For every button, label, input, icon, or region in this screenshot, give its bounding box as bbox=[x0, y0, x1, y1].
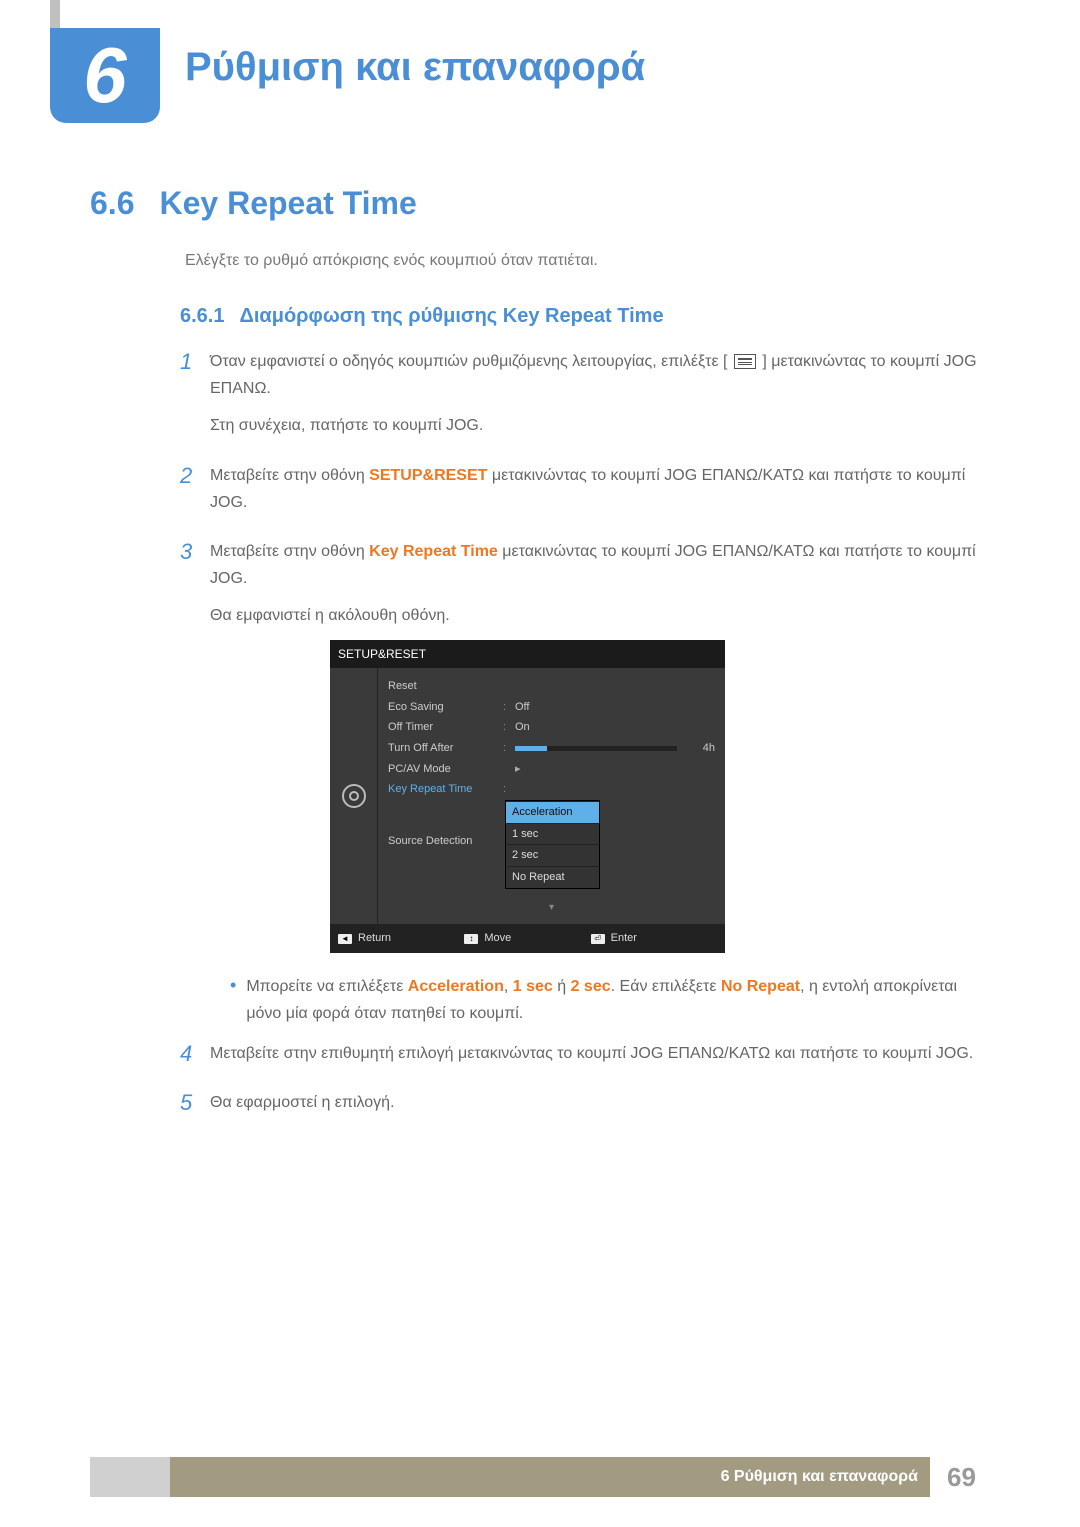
move-icon: ↕ bbox=[464, 934, 478, 944]
bullet-text: Μπορείτε να επιλέξετε Acceleration, 1 se… bbox=[246, 973, 990, 1027]
page-content: 6.6 Key Repeat Time Ελέγξτε το ρυθμό από… bbox=[90, 185, 990, 1138]
step-1: 1 Όταν εμφανιστεί ο οδηγός κουμπιών ρυθμ… bbox=[180, 348, 990, 450]
step-text: Μεταβείτε στην επιθυμητή επιλογή μετακιν… bbox=[210, 1040, 990, 1077]
osd-colon: : bbox=[503, 698, 515, 717]
text-fragment: Μεταβείτε στην οθόνη bbox=[210, 467, 369, 484]
return-icon: ◄ bbox=[338, 934, 352, 944]
text-fragment: , bbox=[504, 978, 513, 995]
osd-title: SETUP&RESET bbox=[330, 640, 725, 668]
section-heading: 6.6 Key Repeat Time bbox=[90, 185, 990, 222]
bullet-item: • Μπορείτε να επιλέξετε Acceleration, 1 … bbox=[230, 973, 990, 1027]
step-5: 5 Θα εφαρμοστεί η επιλογή. bbox=[180, 1089, 990, 1126]
page-number: 69 bbox=[930, 1457, 990, 1497]
chapter-title: Ρύθμιση και επαναφορά bbox=[185, 45, 645, 90]
step-number: 4 bbox=[180, 1040, 210, 1077]
osd-label: Source Detection bbox=[388, 832, 503, 851]
osd-option-selected: Acceleration bbox=[506, 801, 599, 823]
highlight-text: No Repeat bbox=[721, 978, 800, 995]
text-line: Στη συνέχεια, πατήστε το κουμπί JOG. bbox=[210, 412, 990, 439]
chevron-down-icon: ▾ bbox=[378, 899, 725, 916]
osd-popup: Acceleration 1 sec 2 sec No Repeat bbox=[505, 800, 600, 889]
gear-icon bbox=[342, 784, 366, 808]
osd-label: PC/AV Mode bbox=[388, 760, 503, 779]
osd-row-keyrepeat: Key Repeat Time : bbox=[378, 779, 725, 800]
text-line: Θα εμφανιστεί η ακόλουθη οθόνη. bbox=[210, 602, 990, 629]
osd-sidebar bbox=[330, 668, 378, 925]
osd-value: Off bbox=[515, 698, 715, 717]
osd-menu: Reset Eco Saving : Off Off Timer : On bbox=[378, 668, 725, 925]
text-fragment: . Εάν επιλέξετε bbox=[611, 978, 721, 995]
osd-row-reset: Reset bbox=[378, 676, 725, 697]
step-3: 3 Μεταβείτε στην οθόνη Key Repeat Time μ… bbox=[180, 538, 990, 1028]
step-text: Μεταβείτε στην οθόνη Key Repeat Time μετ… bbox=[210, 538, 990, 1028]
osd-body: Reset Eco Saving : Off Off Timer : On bbox=[330, 668, 725, 925]
step-number: 2 bbox=[180, 462, 210, 526]
osd-label: Reset bbox=[388, 677, 503, 696]
osd-move: ↕Move bbox=[464, 929, 590, 948]
osd-row-turnoff: Turn Off After : 4h bbox=[378, 738, 725, 759]
footer-stripe bbox=[90, 1457, 170, 1497]
section-number: 6.6 bbox=[90, 185, 134, 222]
chevron-right-icon: ▸ bbox=[515, 760, 715, 779]
osd-option: No Repeat bbox=[506, 866, 599, 888]
step-number: 5 bbox=[180, 1089, 210, 1126]
osd-screenshot: SETUP&RESET Reset Eco Saving : Off bbox=[330, 640, 725, 954]
step-number: 3 bbox=[180, 538, 210, 1028]
step-2: 2 Μεταβείτε στην οθόνη SETUP&RESET μετακ… bbox=[180, 462, 990, 526]
osd-return: ◄Return bbox=[338, 929, 464, 948]
text-line: Μεταβείτε στην επιθυμητή επιλογή μετακιν… bbox=[210, 1040, 990, 1067]
osd-value: On bbox=[515, 718, 715, 737]
osd-slider bbox=[515, 746, 677, 751]
osd-slider-value: 4h bbox=[685, 739, 715, 758]
osd-label: Off Timer bbox=[388, 718, 503, 737]
osd-row-timer: Off Timer : On bbox=[378, 717, 725, 738]
osd-colon: : bbox=[503, 739, 515, 758]
step-4: 4 Μεταβείτε στην επιθυμητή επιλογή μετακ… bbox=[180, 1040, 990, 1077]
text-fragment: Όταν εμφανιστεί ο οδηγός κουμπιών ρυθμιζ… bbox=[210, 353, 727, 370]
section-title: Key Repeat Time bbox=[159, 185, 416, 222]
step-text: Όταν εμφανιστεί ο οδηγός κουμπιών ρυθμιζ… bbox=[210, 348, 990, 450]
text-fragment: Μπορείτε να επιλέξετε bbox=[246, 978, 407, 995]
highlight-text: SETUP&RESET bbox=[369, 467, 487, 484]
subsection-number: 6.6.1 bbox=[180, 305, 224, 328]
osd-label: Eco Saving bbox=[388, 698, 503, 717]
text-fragment: ή bbox=[553, 978, 571, 995]
subsection-heading: 6.6.1 Διαμόρφωση της ρύθμισης Key Repeat… bbox=[180, 305, 990, 328]
highlight-text: 2 sec bbox=[571, 978, 611, 995]
osd-enter: ⏎Enter bbox=[591, 929, 717, 948]
step-text: Μεταβείτε στην οθόνη SETUP&RESET μετακιν… bbox=[210, 462, 990, 526]
osd-option: 1 sec bbox=[506, 823, 599, 845]
footer-chapter-label: 6 Ρύθμιση και επαναφορά bbox=[170, 1457, 930, 1497]
highlight-text: Acceleration bbox=[408, 978, 504, 995]
step-text: Θα εφαρμοστεί η επιλογή. bbox=[210, 1089, 990, 1126]
text-fragment: Μεταβείτε στην οθόνη bbox=[210, 543, 369, 560]
osd-colon: : bbox=[503, 780, 515, 799]
enter-icon: ⏎ bbox=[591, 934, 605, 944]
osd-row-eco: Eco Saving : Off bbox=[378, 697, 725, 718]
footer-bar: 6 Ρύθμιση και επαναφορά 69 bbox=[90, 1457, 990, 1497]
highlight-text: Key Repeat Time bbox=[369, 543, 498, 560]
step-number: 1 bbox=[180, 348, 210, 450]
menu-icon bbox=[734, 354, 756, 369]
subsection-title: Διαμόρφωση της ρύθμισης Key Repeat Time bbox=[239, 305, 663, 328]
osd-colon: : bbox=[503, 718, 515, 737]
osd-footer: ◄Return ↕Move ⏎Enter bbox=[330, 924, 725, 953]
bullet-icon: • bbox=[230, 973, 236, 1027]
chapter-badge: 6 bbox=[50, 28, 160, 123]
text-line: Θα εφαρμοστεί η επιλογή. bbox=[210, 1089, 990, 1116]
osd-option: 2 sec bbox=[506, 844, 599, 866]
highlight-text: 1 sec bbox=[513, 978, 553, 995]
header-stripe bbox=[50, 0, 60, 28]
osd-label: Turn Off After bbox=[388, 739, 503, 758]
osd-label: Key Repeat Time bbox=[388, 780, 503, 799]
chapter-number: 6 bbox=[83, 30, 126, 121]
osd-row-pcav: PC/AV Mode ▸ bbox=[378, 759, 725, 780]
section-intro: Ελέγξτε το ρυθμό απόκρισης ενός κουμπιού… bbox=[185, 252, 990, 270]
